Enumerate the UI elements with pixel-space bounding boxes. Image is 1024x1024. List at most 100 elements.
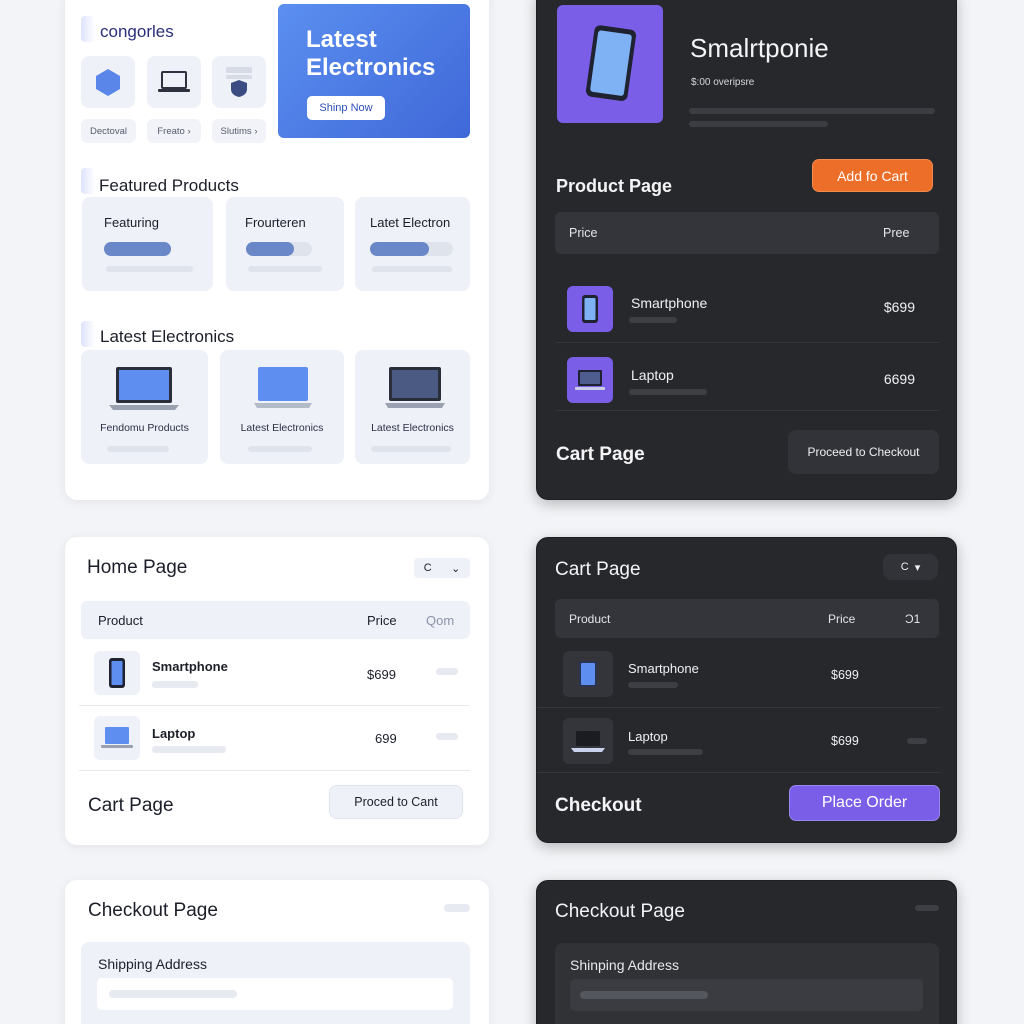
featured-card-label: Featuring (104, 215, 159, 230)
category-label-3[interactable]: Slutims › (212, 119, 266, 143)
table-row[interactable]: Laptop $699 (537, 707, 941, 773)
category-label-3-text: Slutims (220, 125, 252, 137)
checkout-page-title: Checkout Page (555, 901, 685, 922)
description-placeholder (689, 121, 828, 127)
product-price-text: $:00 overipsre (691, 77, 755, 88)
proceed-to-cart-button[interactable]: Proced to Cant (329, 785, 463, 819)
header-product: Product (569, 612, 611, 626)
input-placeholder (109, 990, 237, 998)
row-name: Smartphone (152, 659, 228, 674)
qty-placeholder[interactable] (436, 668, 458, 675)
latest-card-label: Latest Electronics (371, 422, 454, 434)
proceed-to-checkout-button[interactable]: Proceed to Checkout (788, 430, 939, 474)
header-qty: Qom (426, 613, 455, 628)
category-tile-1[interactable] (81, 56, 135, 108)
category-label-2[interactable]: Freato › (147, 119, 201, 143)
header-qty: Ɔ1 (905, 612, 921, 626)
product-panel: Smalrtponie $:00 overipsre Product Page … (536, 0, 957, 500)
laptop-icon (385, 367, 445, 408)
header-product: Product (98, 613, 143, 628)
latest-card-2[interactable]: Latest Electronics (220, 350, 344, 464)
row-name: Smartphone (631, 295, 708, 311)
featured-placeholder (106, 266, 193, 272)
category-label-1[interactable]: Dectoval (81, 119, 136, 143)
shipping-address-input[interactable] (570, 979, 923, 1011)
product-thumb (94, 651, 140, 695)
header-price: Price (367, 613, 397, 628)
laptop-icon (101, 727, 133, 748)
product-name: Smalrtponie (690, 33, 829, 63)
product-thumb (94, 716, 140, 760)
cart-panel: Cart Page C ▾ Product Price Ɔ1 Smartphon… (536, 537, 957, 843)
laptop-icon (158, 71, 190, 92)
featured-progress (104, 242, 171, 256)
chevron-right-icon: › (254, 125, 258, 137)
menu-placeholder[interactable] (444, 904, 470, 912)
hero-banner[interactable]: Latest Electronics Shinp Now (278, 4, 470, 138)
qty-placeholder[interactable] (436, 733, 458, 740)
product-image (557, 5, 663, 123)
featured-placeholder (372, 266, 452, 272)
row-name: Laptop (631, 367, 674, 383)
featured-placeholder (248, 266, 322, 272)
latest-card-label: Latest Electronics (240, 422, 324, 434)
product-thumb (563, 718, 613, 764)
home-panel: Home Page C ⌄ Product Price Qom Smartpho… (65, 537, 489, 845)
shop-now-button[interactable]: Shinp Now (307, 96, 385, 120)
hero-title: Latest Electronics (306, 26, 436, 81)
view-select[interactable]: C ▾ (883, 554, 938, 580)
product-thumb (567, 357, 613, 403)
latest-card-3[interactable]: Latest Electronics (355, 350, 470, 464)
section-marker (81, 16, 95, 42)
row-price: $699 (367, 667, 396, 682)
description-placeholder (689, 108, 935, 114)
menu-placeholder[interactable] (915, 905, 939, 911)
featured-card-1[interactable]: Featuring (82, 197, 213, 291)
row-name: Smartphone (628, 661, 699, 676)
featured-progress (370, 242, 429, 256)
section-marker (81, 168, 95, 194)
cart-page-title: Cart Page (555, 559, 641, 580)
row-placeholder (152, 681, 198, 688)
row-price: 6699 (883, 371, 915, 387)
row-placeholder (629, 317, 677, 323)
checkout-panel-dark: Checkout Page Shinping Address (536, 880, 957, 1024)
table-row[interactable]: Smartphone $699 (555, 277, 939, 343)
shipping-address-input[interactable] (97, 978, 453, 1010)
chevron-right-icon: › (187, 125, 191, 137)
featured-card-label: Latet Electron (370, 215, 451, 230)
header-price: Price (828, 612, 856, 626)
row-price: $699 (831, 668, 859, 682)
chevron-down-icon: ⌄ (451, 562, 461, 575)
input-placeholder (580, 991, 708, 999)
shipping-section: Shipping Address (81, 942, 470, 1024)
product-page-title: Product Page (556, 176, 673, 196)
table-row[interactable]: Laptop 699 (79, 707, 470, 771)
catalog-panel: congorles Dectoval Freato › Slutims › La… (65, 0, 489, 500)
place-order-button[interactable]: Place Order (789, 785, 940, 821)
table-row[interactable]: Smartphone $699 (537, 642, 941, 708)
smartphone-icon (109, 658, 125, 688)
qty-placeholder[interactable] (907, 738, 927, 744)
home-page-title: Home Page (87, 557, 188, 578)
latest-placeholder (107, 446, 169, 452)
table-row[interactable]: Laptop 6699 (555, 345, 939, 411)
featured-card-3[interactable]: Latet Electron (355, 197, 470, 291)
category-tile-3[interactable] (212, 56, 266, 108)
latest-card-label: Fendomu Products (100, 422, 189, 434)
select-value: C (900, 561, 909, 573)
row-price: $699 (883, 299, 915, 315)
shield-icon (226, 67, 252, 97)
category-tile-2[interactable] (147, 56, 201, 108)
caret-down-icon: ▾ (914, 561, 921, 574)
product-thumb (567, 286, 613, 332)
checkout-panel-light: Checkout Page Shipping Address (65, 880, 489, 1024)
featured-card-2[interactable]: Frourteren (226, 197, 344, 291)
header-pree: Pree (883, 226, 910, 240)
table-row[interactable]: Smartphone $699 (79, 642, 470, 706)
latest-card-1[interactable]: Fendomu Products (81, 350, 208, 464)
add-to-cart-button[interactable]: Add fo Cart (812, 159, 933, 192)
view-select[interactable]: C ⌄ (414, 558, 470, 578)
category-label-2-text: Freato (157, 125, 185, 137)
shipping-label: Shipping Address (98, 956, 207, 972)
